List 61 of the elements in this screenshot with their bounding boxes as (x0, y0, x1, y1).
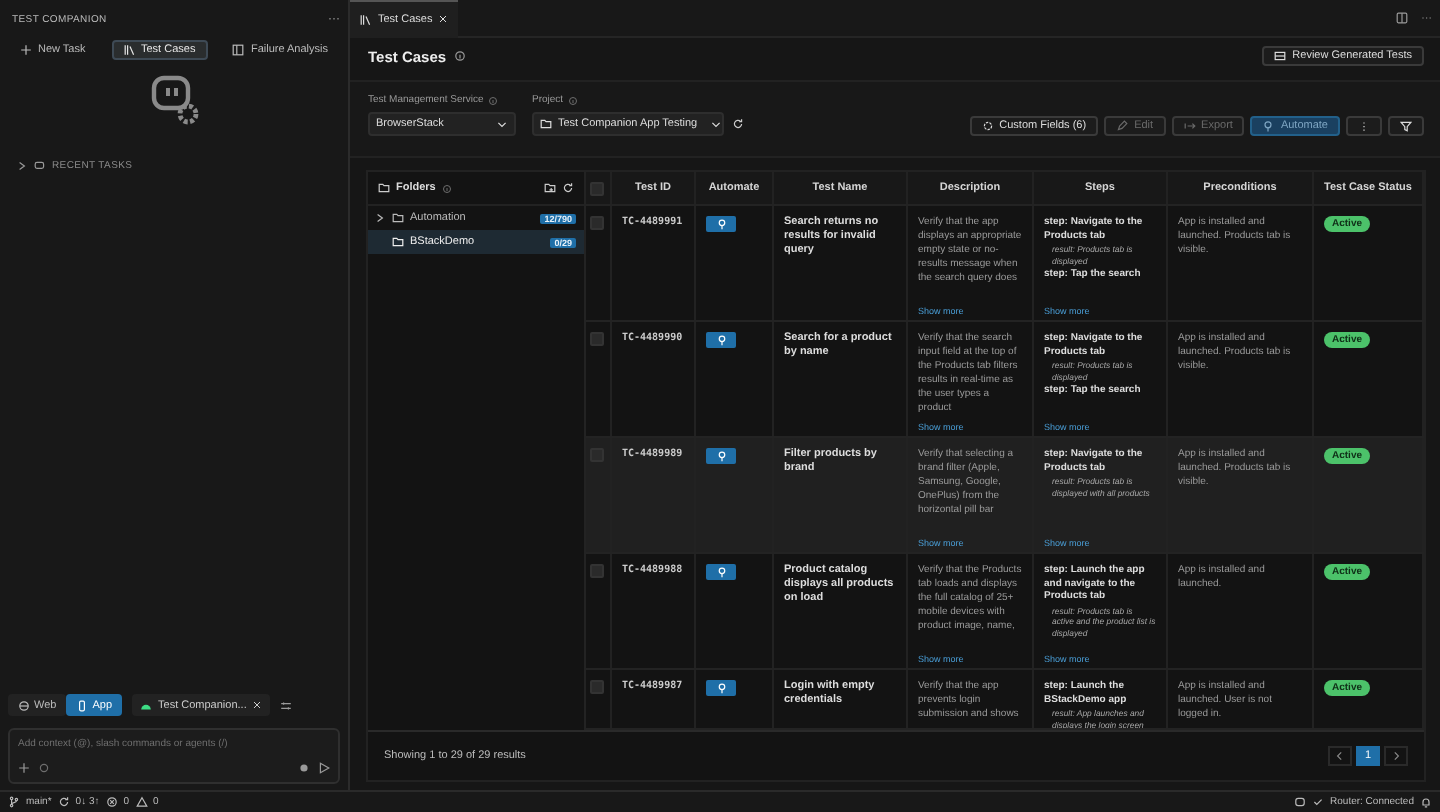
android-icon (140, 699, 153, 711)
automate-button[interactable] (706, 564, 736, 580)
globe-icon (18, 699, 30, 711)
lightbulb-icon (715, 218, 727, 230)
chevron-icon[interactable] (374, 212, 386, 224)
lightbulb-icon (715, 566, 727, 578)
folder-icon (540, 118, 552, 130)
info-icon[interactable] (454, 50, 467, 62)
automate-button[interactable] (706, 448, 736, 464)
info-icon[interactable] (487, 95, 498, 105)
error-icon (105, 796, 118, 808)
close-icon[interactable] (252, 700, 263, 710)
record-icon[interactable] (298, 762, 310, 774)
sliders-icon[interactable] (280, 699, 293, 711)
chevron-down-icon (496, 118, 508, 130)
chevron-right-icon (1390, 750, 1402, 762)
books-icon (360, 13, 372, 25)
lightbulb-icon (715, 682, 727, 694)
close-icon[interactable] (438, 14, 449, 24)
export-icon (1183, 120, 1196, 132)
chevron-left-icon (1334, 750, 1346, 762)
row-checkbox[interactable] (590, 564, 604, 578)
info-icon[interactable] (441, 183, 452, 193)
plus-icon[interactable] (18, 762, 30, 774)
automate-button[interactable] (706, 216, 736, 232)
new-folder-icon[interactable] (544, 182, 556, 194)
select-all-checkbox[interactable] (590, 182, 604, 196)
row-checkbox[interactable] (590, 216, 604, 230)
refresh-icon[interactable] (562, 182, 574, 194)
table-icon (1274, 50, 1287, 62)
send-icon[interactable] (318, 762, 330, 774)
plus-icon (20, 44, 32, 56)
books-icon (123, 44, 135, 56)
filter-button[interactable] (1388, 116, 1424, 136)
circle-icon[interactable] (38, 762, 50, 774)
bell-icon[interactable] (1420, 796, 1432, 808)
chevron-down-icon (709, 118, 722, 130)
filter-icon (1400, 120, 1412, 132)
pencil-icon (1116, 120, 1129, 132)
row-checkbox[interactable] (590, 332, 604, 346)
lightbulb-icon (715, 334, 727, 346)
automate-button[interactable] (706, 680, 736, 696)
more-icon (1358, 120, 1370, 132)
chevron-icon[interactable] (16, 160, 28, 172)
robot-gear-icon (146, 72, 202, 128)
split-editor-icon[interactable] (1396, 12, 1408, 24)
columns-icon (232, 44, 245, 56)
automate-button[interactable] (706, 332, 736, 348)
previous-page-button[interactable] (1328, 746, 1352, 766)
lightbulb-icon (1262, 120, 1275, 132)
phone-icon (76, 699, 89, 711)
lightbulb-icon (715, 450, 727, 462)
check-icon (1312, 796, 1325, 808)
row-checkbox[interactable] (590, 680, 604, 694)
refresh-icon[interactable] (732, 118, 744, 130)
sync-icon (57, 796, 70, 808)
info-icon[interactable] (567, 95, 578, 105)
next-page-button[interactable] (1384, 746, 1408, 766)
warning-icon (135, 796, 148, 808)
folder-icon (378, 182, 390, 194)
branch-icon (8, 796, 20, 808)
